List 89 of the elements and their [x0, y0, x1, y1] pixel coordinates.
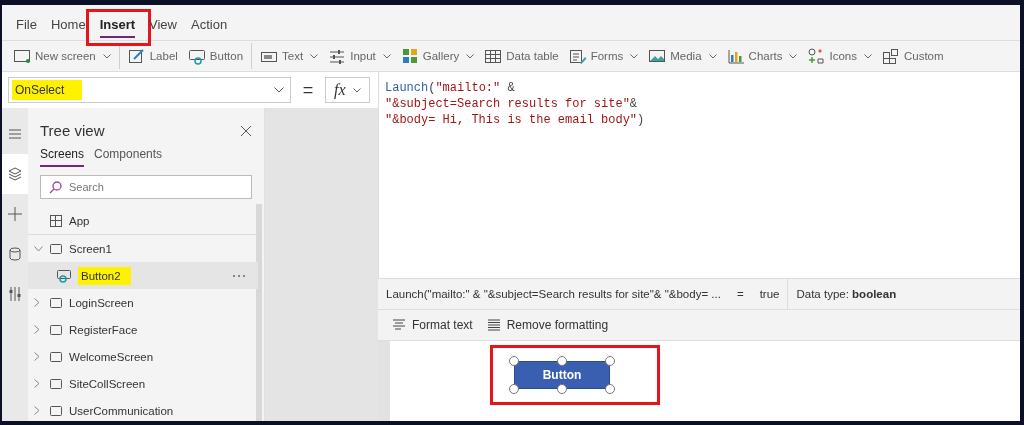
- caret-icon: [789, 53, 798, 59]
- search-field[interactable]: Search: [40, 175, 252, 199]
- caret-icon: [466, 53, 475, 59]
- screen-icon: [13, 47, 31, 65]
- tree-item[interactable]: WelcomeScreen: [28, 343, 258, 370]
- data-type: Data type: boolean: [795, 288, 898, 300]
- screen-icon: [49, 377, 63, 390]
- panel-tab[interactable]: Screens: [40, 147, 85, 167]
- image-icon: [648, 47, 667, 65]
- item-label: LoginScreen: [69, 296, 134, 309]
- screen-icon: [49, 404, 63, 417]
- caret-icon: [310, 53, 319, 59]
- toolbar-button[interactable]: Forms: [563, 43, 644, 69]
- caret-icon: [382, 53, 391, 59]
- tree-item[interactable]: Button2: [28, 262, 258, 289]
- item-label: App: [69, 214, 90, 227]
- toolbar-button[interactable]: Icons: [802, 43, 877, 69]
- chevron-down-icon: [274, 87, 284, 93]
- menu-tab[interactable]: Action: [185, 17, 234, 40]
- button-icon: [187, 47, 206, 65]
- more-icon: [232, 273, 246, 278]
- tree-item[interactable]: UserCommunication: [28, 397, 258, 421]
- format-text-icon: [392, 318, 406, 332]
- toolbar-button[interactable]: Data table: [479, 43, 564, 69]
- formula-preview: Launch("mailto:" & "&subject=Search results for site"& "&body= ...: [385, 288, 722, 300]
- panel-title: Tree view: [40, 122, 105, 139]
- shapes-icon: [807, 47, 826, 65]
- equals-sign: =: [301, 79, 315, 101]
- property-value: OnSelect: [12, 80, 83, 100]
- tree-item[interactable]: App: [28, 207, 258, 235]
- item-label: WelcomeScreen: [69, 350, 154, 363]
- toolbar-button[interactable]: New screen: [8, 43, 120, 69]
- caret-icon: [102, 53, 111, 59]
- item-label: UserCommunication: [69, 404, 174, 417]
- tree-item[interactable]: Screen1: [28, 235, 258, 262]
- blocks-icon: [881, 47, 900, 65]
- toolbar-button[interactable]: Input: [323, 43, 396, 69]
- item-label: Button2: [78, 266, 131, 285]
- equals-sign: =: [735, 288, 745, 300]
- toolbar-button[interactable]: Label: [122, 43, 183, 69]
- menu-tab[interactable]: File: [10, 17, 43, 40]
- screen-icon: [49, 296, 63, 309]
- format-button[interactable]: Format text: [392, 318, 473, 332]
- caret-icon: [352, 87, 361, 93]
- layers-icon: [7, 166, 23, 182]
- edit-icon: [127, 47, 146, 65]
- caret-icon: [863, 53, 872, 59]
- item-label: SiteCollScreen: [69, 377, 146, 390]
- chart-icon: [726, 47, 745, 65]
- property-dropdown[interactable]: OnSelect: [8, 77, 291, 103]
- caret-icon: [630, 53, 639, 59]
- grid-icon: [400, 47, 419, 65]
- close-icon: [240, 124, 252, 137]
- database-icon: [7, 246, 23, 262]
- panel-tab[interactable]: Components: [94, 147, 163, 167]
- toolbar-button[interactable]: Text: [255, 43, 324, 69]
- item-label: Screen1: [69, 242, 112, 255]
- search-icon: [49, 181, 62, 194]
- canvas-button[interactable]: Button: [514, 361, 610, 389]
- menu-icon: [7, 126, 23, 142]
- function-button[interactable]: fx: [325, 77, 370, 103]
- toolbar-button[interactable]: Button: [182, 43, 253, 69]
- tree-item[interactable]: RegisterFace: [28, 316, 258, 343]
- caret-icon: [708, 53, 717, 59]
- app-icon: [49, 213, 63, 228]
- scrollbar[interactable]: [256, 204, 262, 421]
- toolbar-button[interactable]: Gallery: [395, 43, 480, 69]
- button-icon: [56, 268, 72, 283]
- form-icon: [568, 47, 587, 65]
- plus-icon: [7, 206, 23, 222]
- tree-item[interactable]: LoginScreen: [28, 289, 258, 316]
- toolbar-button[interactable]: Charts: [721, 43, 803, 69]
- screen-icon: [49, 242, 63, 255]
- tree-item[interactable]: SiteCollScreen: [28, 370, 258, 397]
- menu-tab[interactable]: Home: [44, 17, 92, 40]
- format-button[interactable]: Remove formatting: [486, 318, 609, 332]
- close-button[interactable]: [240, 124, 252, 137]
- toolbar-button[interactable]: Media: [643, 43, 722, 69]
- screen-icon: [49, 350, 63, 363]
- item-label: RegisterFace: [69, 323, 138, 336]
- result-value: true: [758, 288, 781, 300]
- lines-icon: [486, 318, 501, 332]
- menu-tab[interactable]: Insert: [93, 17, 142, 40]
- tools-icon: [7, 286, 23, 302]
- more-button[interactable]: [232, 273, 246, 278]
- sliders-icon: [328, 47, 347, 65]
- toolbar-button[interactable]: Custom: [876, 43, 949, 69]
- screen-icon: [49, 323, 63, 336]
- table-icon: [484, 47, 503, 65]
